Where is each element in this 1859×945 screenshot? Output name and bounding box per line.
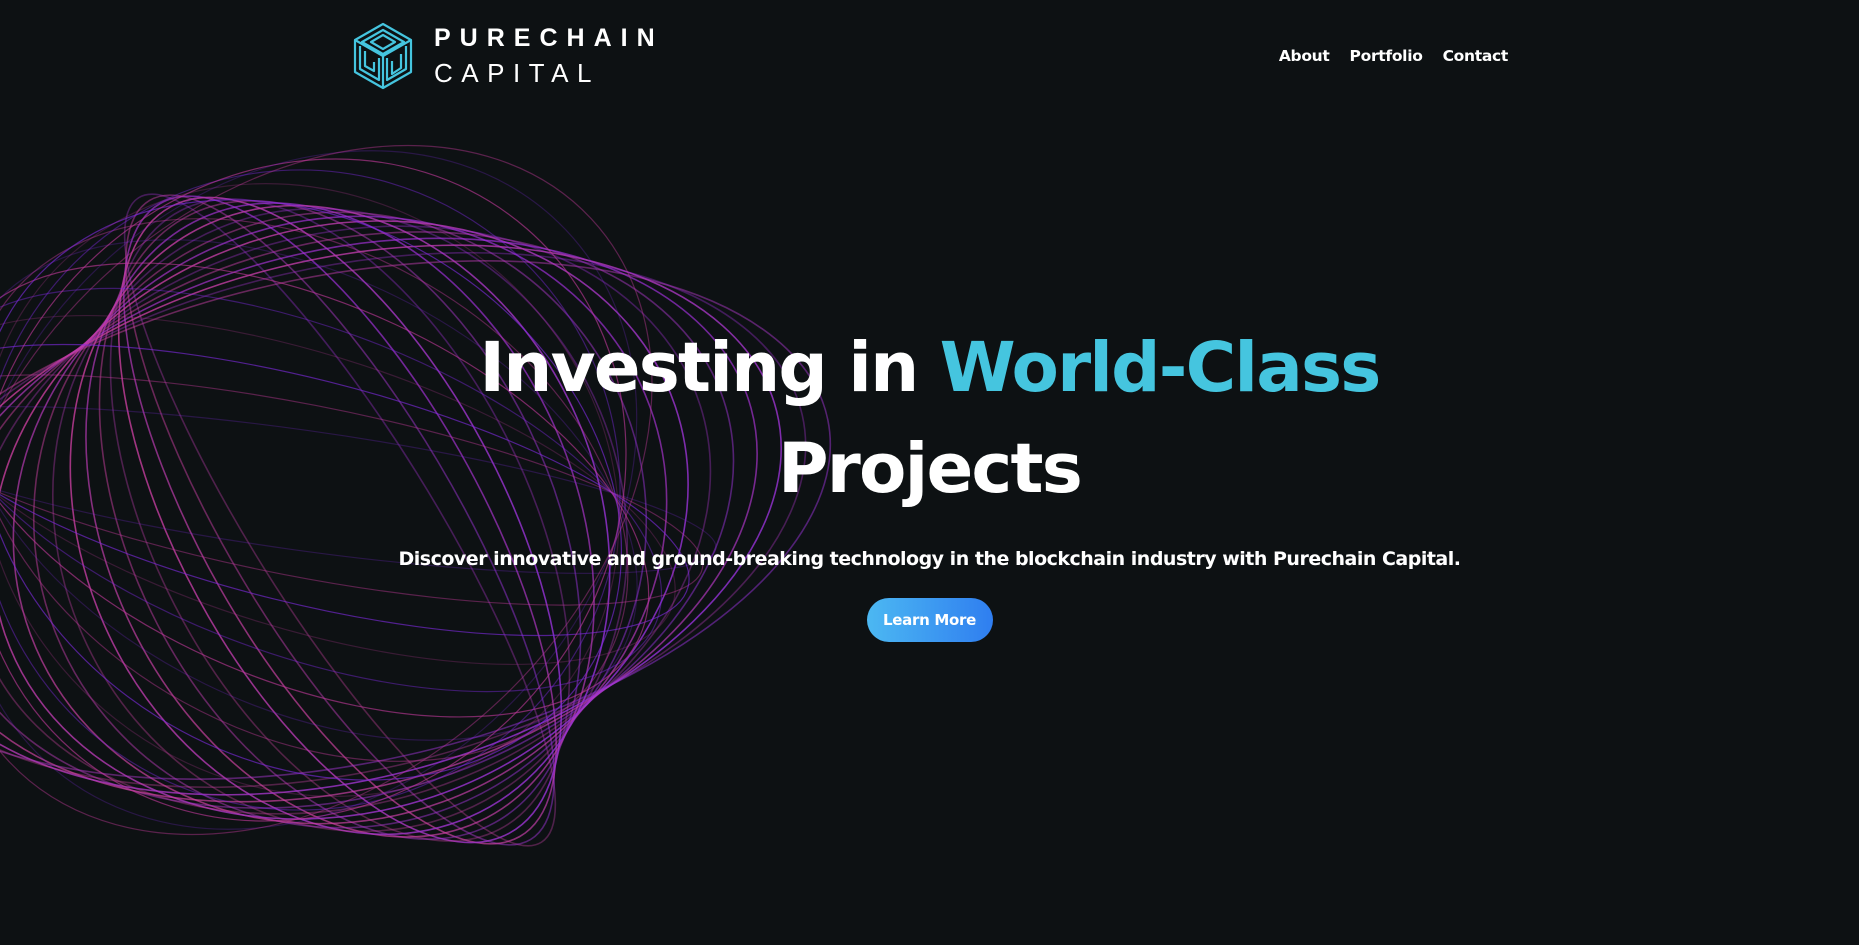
hero-section: Investing in World-Class Projects Discove… xyxy=(0,318,1859,642)
hero-title-part2: Projects xyxy=(777,429,1083,509)
site-header: PURECHAIN CAPITAL About Portfolio Contac… xyxy=(0,0,1859,112)
nav-link-about[interactable]: About xyxy=(1279,44,1330,68)
hero-title: Investing in World-Class Projects xyxy=(0,318,1859,520)
hero-subtitle: Discover innovative and ground-breaking … xyxy=(398,548,1461,570)
brand-wordmark: PURECHAIN CAPITAL xyxy=(434,24,664,88)
main-nav: About Portfolio Contact xyxy=(1279,44,1508,68)
brand-logo-link[interactable]: PURECHAIN CAPITAL xyxy=(352,22,664,90)
brand-name-line2: CAPITAL xyxy=(434,58,600,88)
landing-page: PURECHAIN CAPITAL About Portfolio Contac… xyxy=(0,0,1859,945)
brand-name-line1: PURECHAIN xyxy=(434,24,664,52)
hero-title-accent: World-Class xyxy=(939,328,1382,408)
learn-more-button[interactable]: Learn More xyxy=(866,598,993,642)
nav-link-portfolio[interactable]: Portfolio xyxy=(1350,44,1423,68)
nav-link-contact[interactable]: Contact xyxy=(1443,44,1509,68)
hero-title-part1: Investing in xyxy=(479,328,940,408)
cube-maze-logo-icon xyxy=(353,22,413,90)
